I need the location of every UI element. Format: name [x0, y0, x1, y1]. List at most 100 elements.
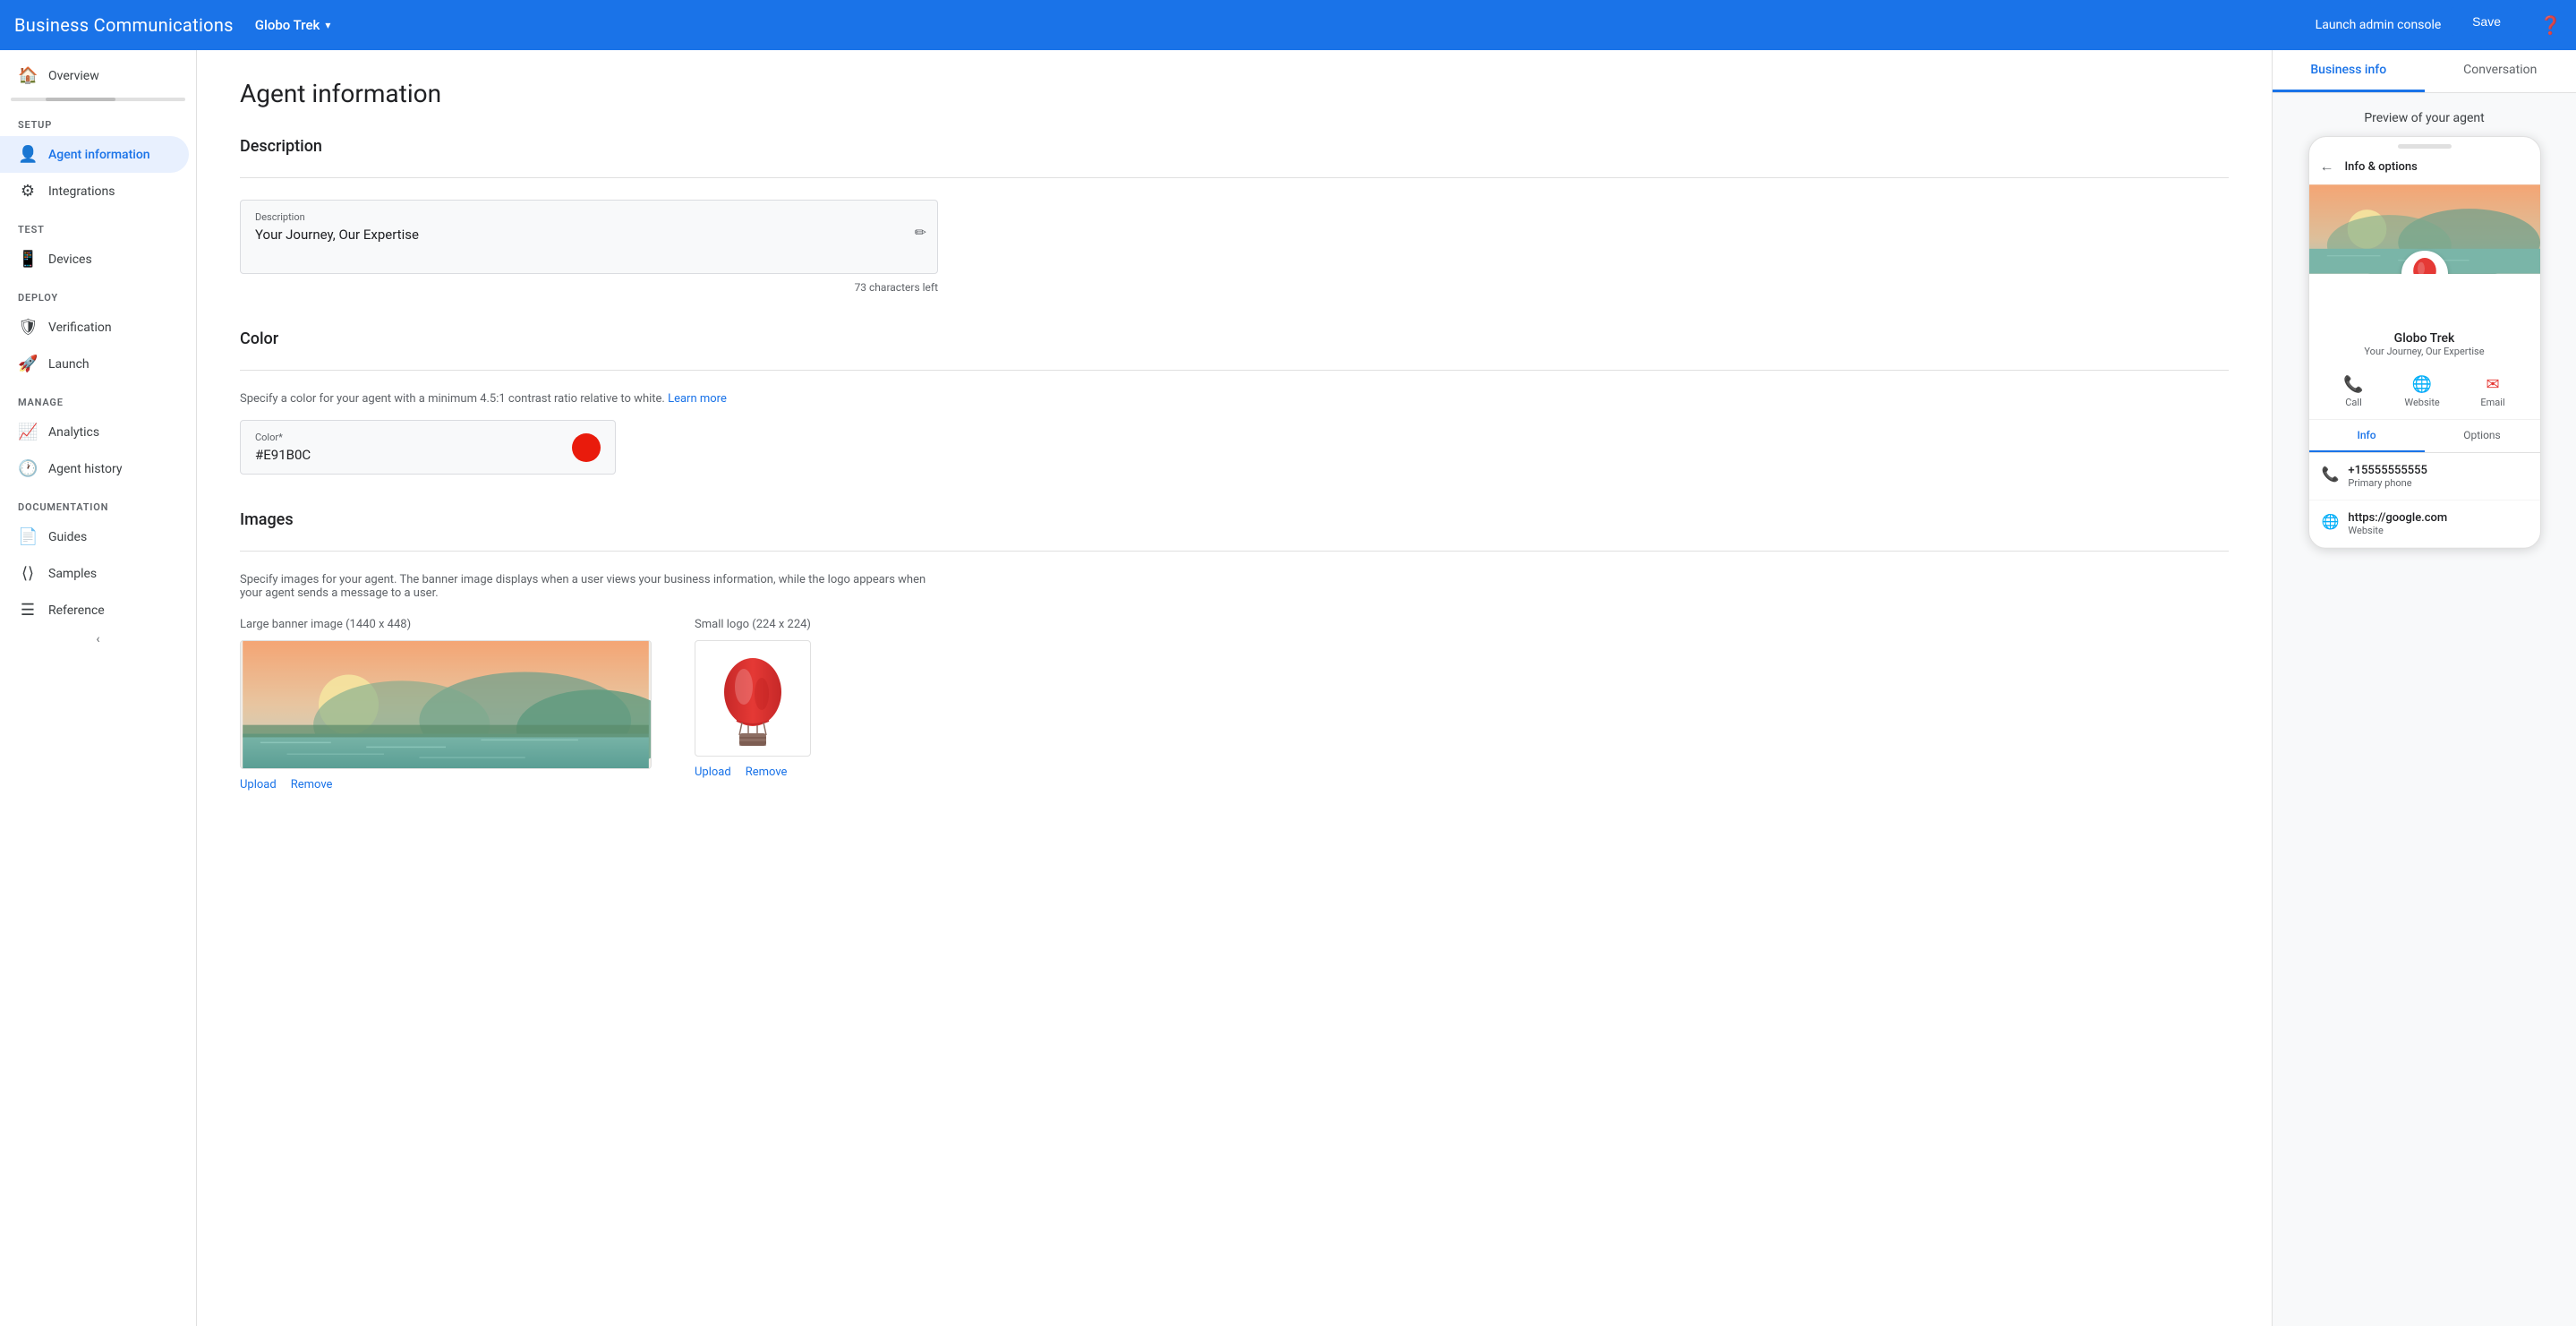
sidebar: 🏠 Overview Setup 👤 Agent information ⚙ I… [0, 50, 197, 1326]
tab-conversation[interactable]: Conversation [2425, 50, 2576, 92]
images-grid: Large banner image (1440 x 448) [240, 618, 2229, 791]
phone-agent-name: Globo Trek [2309, 331, 2540, 346]
scroll-down-indicator: ‹ [0, 629, 196, 650]
logo-upload-link[interactable]: Upload [695, 766, 731, 779]
phone-tab-info[interactable]: Info [2309, 420, 2425, 452]
color-description: Specify a color for your agent with a mi… [240, 392, 938, 406]
description-title: Description [240, 137, 2229, 163]
tab-business-info[interactable]: Business info [2273, 50, 2425, 92]
color-divider [240, 370, 2229, 371]
phone-info-website-row: 🌐 https://google.com Website [2309, 500, 2540, 548]
phone-website-label: Website [2404, 397, 2439, 408]
phone-subtabs: Info Options [2309, 420, 2540, 453]
launch-admin-link[interactable]: Launch admin console [2316, 18, 2442, 32]
sidebar-item-agent-history[interactable]: 🕐 Agent history [0, 450, 189, 487]
phone-banner [2309, 184, 2540, 274]
color-section: Color Specify a color for your agent wit… [240, 329, 2229, 475]
main-content: Agent information Description Descriptio… [197, 50, 2272, 1326]
phone-info-website-url: https://google.com [2348, 511, 2447, 525]
images-description: Specify images for your agent. The banne… [240, 573, 938, 600]
sidebar-item-launch[interactable]: 🚀 Launch [0, 346, 189, 382]
images-section: Images Specify images for your agent. Th… [240, 510, 2229, 791]
sidebar-verification-label: Verification [48, 321, 112, 335]
logo-remove-link[interactable]: Remove [746, 766, 788, 779]
sidebar-overview-label: Overview [48, 69, 99, 83]
email-icon: ✉ [2486, 375, 2499, 394]
phone-info-phone-row: 📞 +15555555555 Primary phone [2309, 453, 2540, 500]
guides-icon: 📄 [18, 527, 38, 546]
phone-website-action[interactable]: 🌐 Website [2404, 375, 2439, 408]
save-button[interactable]: Save [2451, 7, 2522, 36]
color-field-container[interactable]: Color* #E91B0C [240, 420, 616, 475]
history-icon: 🕐 [18, 459, 38, 478]
page-title: Agent information [240, 79, 2229, 108]
integrations-icon: ⚙ [18, 182, 38, 201]
phone-header-label: Info & options [2345, 160, 2418, 174]
sidebar-agent-history-label: Agent history [48, 462, 122, 476]
sidebar-devices-label: Devices [48, 252, 92, 267]
person-icon: 👤 [18, 145, 38, 164]
color-title: Color [240, 329, 2229, 355]
banner-upload-link[interactable]: Upload [240, 778, 277, 791]
brand-chevron-icon: ▾ [325, 19, 330, 31]
analytics-icon: 📈 [18, 423, 38, 441]
logo-actions: Upload Remove [695, 766, 811, 779]
preview-label: Preview of your agent [2273, 93, 2576, 136]
banner-remove-link[interactable]: Remove [291, 778, 333, 791]
images-divider [240, 551, 2229, 552]
sidebar-samples-label: Samples [48, 567, 97, 581]
chars-left: 73 characters left [240, 274, 938, 294]
call-icon: 📞 [2343, 375, 2363, 394]
section-label-documentation: Documentation [0, 487, 196, 518]
sidebar-item-analytics[interactable]: 📈 Analytics [0, 414, 189, 450]
logo-container [712, 649, 793, 748]
color-swatch[interactable] [572, 433, 601, 462]
sidebar-item-integrations[interactable]: ⚙ Integrations [0, 173, 189, 210]
phone-tab-options[interactable]: Options [2425, 420, 2540, 452]
banner-label: Large banner image (1440 x 448) [240, 618, 652, 631]
home-icon: 🏠 [18, 66, 38, 85]
sidebar-item-reference[interactable]: ☰ Reference [0, 592, 189, 629]
sidebar-agent-info-label: Agent information [48, 148, 150, 162]
help-icon[interactable]: ❓ [2539, 14, 2562, 36]
sidebar-analytics-label: Analytics [48, 425, 99, 440]
chevron-down-icon: ‹ [96, 632, 99, 646]
sidebar-launch-label: Launch [48, 357, 90, 372]
description-section: Description Description Your Journey, Ou… [240, 137, 2229, 294]
description-field-label: Description [255, 211, 923, 223]
phone-action-bar: 📞 Call 🌐 Website ✉ Email [2309, 368, 2540, 420]
back-icon: ← [2320, 158, 2334, 175]
logo-label: Small logo (224 x 224) [695, 618, 811, 631]
samples-icon: ⟨⟩ [18, 564, 38, 583]
learn-more-link[interactable]: Learn more [668, 392, 727, 406]
section-label-manage: Manage [0, 382, 196, 414]
brand-selector[interactable]: Globo Trek ▾ [255, 17, 331, 33]
website-icon: 🌐 [2412, 375, 2432, 394]
logo-upload-section: Small logo (224 x 224) [695, 618, 811, 779]
sidebar-item-overview[interactable]: 🏠 Overview [0, 57, 189, 94]
description-field-value: Your Journey, Our Expertise [255, 227, 923, 262]
phone-mockup: ← Info & options [2308, 136, 2541, 549]
sidebar-item-verification[interactable]: 🛡 Verification [0, 309, 189, 346]
sidebar-item-samples[interactable]: ⟨⟩ Samples [0, 555, 189, 592]
app-header: Business Communications Globo Trek ▾ Lau… [0, 0, 2576, 50]
banner-image [240, 640, 652, 769]
sidebar-item-guides[interactable]: 📄 Guides [0, 518, 189, 555]
phone-email-action[interactable]: ✉ Email [2480, 375, 2504, 408]
phone-call-action[interactable]: 📞 Call [2343, 375, 2363, 408]
edit-icon[interactable]: ✏ [915, 224, 926, 241]
section-label-test: Test [0, 210, 196, 241]
header-right: Launch admin console 👥 💬 ❓ [2316, 14, 2562, 36]
sidebar-guides-label: Guides [48, 530, 87, 544]
phone-row-website-icon: 🌐 [2322, 513, 2340, 530]
app-title: Business Communications [14, 14, 234, 36]
sidebar-reference-label: Reference [48, 603, 105, 618]
description-field-container[interactable]: Description Your Journey, Our Expertise … [240, 200, 938, 274]
images-title: Images [240, 510, 2229, 536]
sidebar-item-devices[interactable]: 📱 Devices [0, 241, 189, 278]
phone-call-label: Call [2345, 397, 2362, 408]
color-field-value: #E91B0C [255, 447, 311, 463]
section-label-deploy: Deploy [0, 278, 196, 309]
phone-header: ← Info & options [2309, 149, 2540, 184]
sidebar-item-agent-information[interactable]: 👤 Agent information [0, 136, 189, 173]
